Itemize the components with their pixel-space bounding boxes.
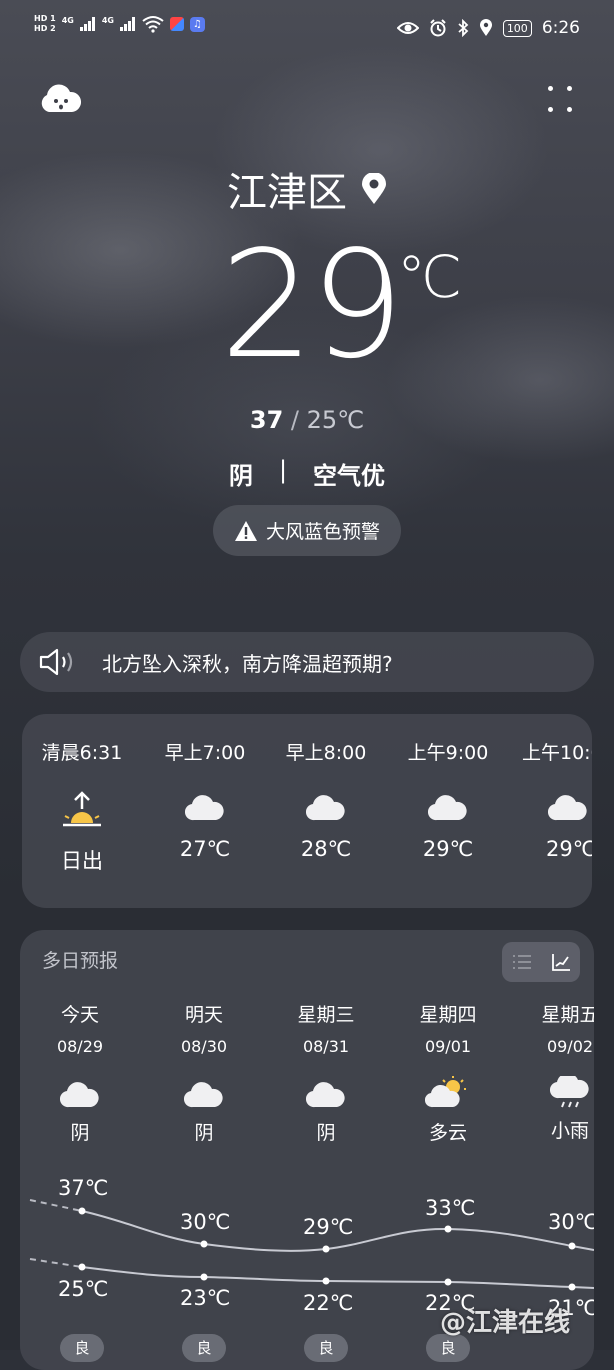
status-right: 100 6:26 <box>396 18 580 38</box>
status-bar: HD 1 HD 2 4G 4G ♫ 100 6:26 <box>0 0 614 62</box>
weather-app-logo-icon[interactable] <box>39 84 81 114</box>
hour-item: 早上7:00 27℃ <box>145 714 265 861</box>
bluetooth-icon <box>458 19 469 37</box>
hour-value: 28℃ <box>300 837 352 861</box>
hd1-label: HD 1 <box>34 14 56 23</box>
hour-item: 上午9:00 29℃ <box>388 714 508 861</box>
network-type-2: 4G <box>101 15 114 25</box>
air-quality[interactable]: 空气优 <box>313 456 385 491</box>
hour-time: 上午9:00 <box>407 742 489 764</box>
day-low-temp: 23℃ <box>180 1286 231 1310</box>
temp-unit: ℃ <box>397 243 463 311</box>
light-rain-icon <box>550 1076 589 1108</box>
low-temp: 25℃ <box>306 406 365 434</box>
hour-time: 早上7:00 <box>164 742 246 764</box>
hour-value: 日出 <box>61 849 103 873</box>
partly-cloudy-icon <box>425 1076 466 1108</box>
day-low-temp: 25℃ <box>58 1277 109 1301</box>
day-item[interactable]: 星期五 09/02 小雨 <box>510 930 594 1143</box>
location-status-icon <box>479 19 492 36</box>
day-high-temp: 29℃ <box>303 1215 354 1239</box>
hour-time: 上午10:00 <box>522 742 592 764</box>
watermark: @江津在线 <box>440 1308 571 1338</box>
cloud-icon <box>548 795 587 821</box>
weather-alert-button[interactable]: 大风蓝色预警 <box>213 505 401 556</box>
eye-icon <box>396 22 419 34</box>
day-low-temp: 22℃ <box>303 1291 354 1315</box>
sunrise-icon <box>63 791 101 827</box>
location-name: 江津区 <box>227 170 347 216</box>
hour-item: 上午10:00 29℃ <box>510 714 592 861</box>
news-headline: 北方坠入深秋，南方降温超预期? <box>102 651 393 676</box>
condition-row: 阴 | 空气优 <box>0 456 614 491</box>
cloud-icon <box>306 1082 345 1108</box>
location-row[interactable]: 江津区 <box>0 162 614 216</box>
day-condition: 小雨 <box>550 1120 589 1142</box>
day-condition: 阴 <box>70 1122 90 1144</box>
day-date: 08/30 <box>180 1037 228 1056</box>
clock: 6:26 <box>541 18 580 38</box>
hour-item: 早上8:00 28℃ <box>266 714 386 861</box>
cloud-icon <box>306 795 345 821</box>
condition-divider: | <box>278 456 288 484</box>
day-name: 今天 <box>60 1004 99 1026</box>
app-notification-icon <box>169 17 184 31</box>
current-temperature: 29 ℃ <box>0 220 614 392</box>
location-pin-icon <box>362 173 386 204</box>
status-left: HD 1 HD 2 4G 4G ♫ <box>34 14 205 34</box>
day-name: 星期五 <box>541 1004 594 1026</box>
warning-icon <box>234 520 257 541</box>
hour-item: 清晨6:31 日出 <box>22 714 142 875</box>
day-item[interactable]: 星期四 09/01 多云 <box>388 930 508 1145</box>
speaker-icon <box>39 648 73 676</box>
cloud-icon <box>184 1082 223 1108</box>
day-item[interactable]: 明天 08/30 阴 <box>144 930 264 1145</box>
day-date: 08/29 <box>56 1037 104 1056</box>
cloud-icon <box>185 795 224 821</box>
hour-time: 早上8:00 <box>285 742 367 764</box>
music-app-icon: ♫ <box>189 16 205 32</box>
news-card[interactable]: 北方坠入深秋，南方降温超预期? <box>20 632 594 692</box>
more-options-icon[interactable] <box>546 86 574 114</box>
alert-text: 大风蓝色预警 <box>265 521 380 543</box>
cloud-icon <box>60 1082 99 1108</box>
hd2-label: HD 2 <box>34 24 56 33</box>
air-quality-badge: 良 <box>182 1334 226 1362</box>
day-name: 星期四 <box>419 1004 477 1026</box>
hourly-forecast-card[interactable]: 清晨6:31 日出 早上7:00 27℃ 早上8:00 28℃ 上午9:00 2… <box>22 714 592 908</box>
high-low: 37 / 25℃ <box>0 406 614 434</box>
day-condition: 阴 <box>194 1122 214 1144</box>
hour-time: 清晨6:31 <box>41 742 123 764</box>
day-item[interactable]: 星期三 08/31 阴 <box>266 930 386 1145</box>
battery-indicator: 100 <box>502 19 532 37</box>
day-date: 09/02 <box>546 1037 594 1056</box>
network-type-1: 4G <box>61 15 74 25</box>
hour-value: 29℃ <box>546 837 592 861</box>
wifi-icon <box>142 16 164 33</box>
alarm-icon <box>430 19 446 37</box>
day-item[interactable]: 今天 08/29 阴 <box>20 930 140 1145</box>
high-temp: 37 <box>249 406 284 434</box>
day-condition: 阴 <box>316 1122 336 1144</box>
hour-value: 27℃ <box>179 837 231 861</box>
cloud-icon <box>428 795 467 821</box>
signal-2-icon <box>119 17 136 31</box>
day-high-temp: 33℃ <box>425 1196 476 1220</box>
high-low-separator: / <box>283 406 307 434</box>
condition-text: 阴 <box>228 462 253 490</box>
day-high-temp: 30℃ <box>180 1210 231 1234</box>
air-quality-badge: 良 <box>60 1334 104 1362</box>
day-name: 明天 <box>184 1004 223 1026</box>
air-quality-badge: 良 <box>304 1334 348 1362</box>
day-high-temp: 30℃ <box>548 1210 594 1234</box>
day-high-temp: 37℃ <box>58 1176 109 1200</box>
day-condition: 多云 <box>428 1122 467 1144</box>
day-name: 星期三 <box>297 1004 355 1026</box>
hd-indicator: HD 1 HD 2 <box>34 14 56 34</box>
hour-value: 29℃ <box>422 837 474 861</box>
day-date: 08/31 <box>302 1037 350 1056</box>
temp-value: 29 <box>220 219 404 391</box>
signal-1-icon <box>79 17 96 31</box>
day-date: 09/01 <box>424 1037 472 1056</box>
